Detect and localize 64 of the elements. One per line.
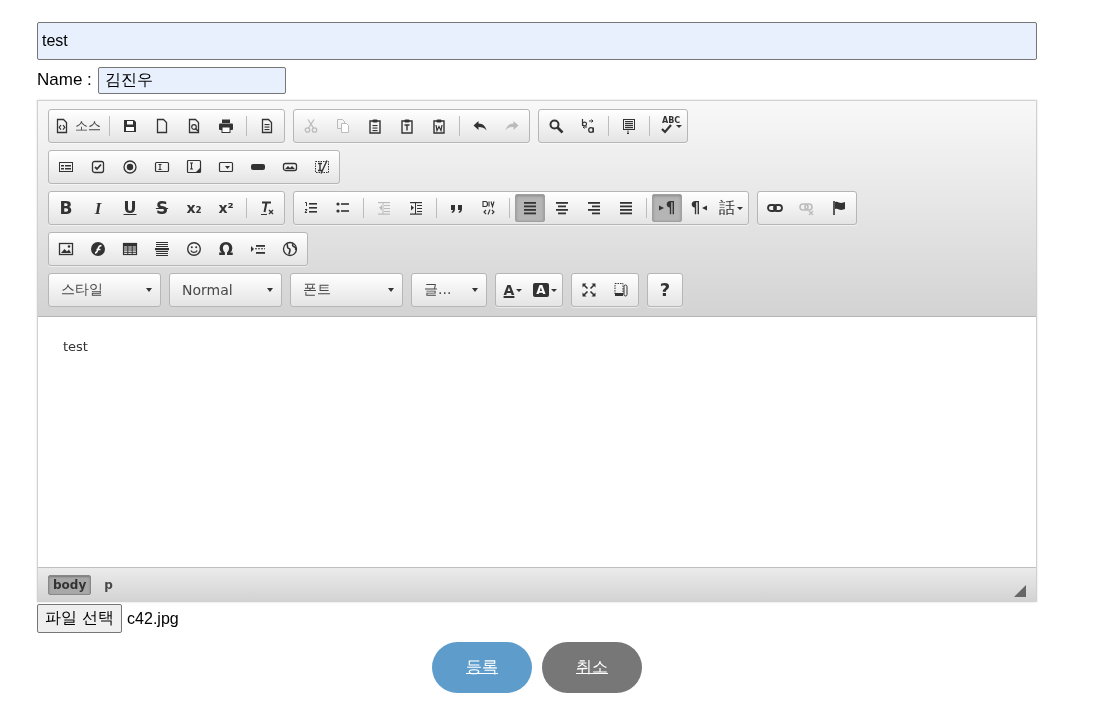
ltr-button[interactable]: ¶ [652,194,682,222]
element-path-item[interactable]: body [48,574,92,595]
element-path-item[interactable]: p [99,574,118,595]
alignright-icon [586,200,602,216]
image-icon [58,241,74,257]
anchor-icon [831,200,847,216]
triangle-icon [702,204,708,212]
alignleft-button[interactable] [515,194,545,222]
paste-icon [367,118,383,134]
file-name: c42.jpg [127,609,179,628]
justify-icon [618,200,634,216]
superscript-button[interactable]: x² [211,194,241,222]
maximize-icon [581,282,597,298]
form-icon [58,159,74,175]
aligncenter-icon [554,200,570,216]
dropdown-select[interactable]: 폰트 [290,273,403,307]
name-input[interactable]: 김진우 [97,66,286,94]
unlink-icon [799,200,815,216]
textarea-icon [186,159,202,175]
dropdown-select[interactable]: 글... [411,273,487,307]
table-icon [122,241,138,257]
editor-text: test [38,317,1036,567]
triangle-icon [658,204,664,212]
about-button[interactable]: ? [650,276,680,304]
specialchar-button[interactable]: Ω [211,235,241,263]
numlist-icon [303,200,319,216]
save-icon [122,118,138,134]
name-label: Name : [37,70,92,90]
alignleft-icon [522,200,538,216]
source-button[interactable]: 소스 [51,112,104,140]
spellcheck-button[interactable]: ABC [655,112,685,140]
selectall-icon [621,118,637,134]
language-button[interactable]: 話 [716,194,746,222]
removeformat-icon [259,200,275,216]
copy-icon [335,118,351,134]
hr-icon [154,241,170,257]
preview-icon [186,118,202,134]
cancel-button[interactable]: 취소 [542,642,642,693]
print-icon [218,118,234,134]
rtl-button[interactable]: ¶ [684,194,714,222]
bold-button[interactable]: B [51,194,81,222]
source-icon [54,118,70,134]
italic-button[interactable]: I [83,194,113,222]
indent-icon [408,200,424,216]
title-input[interactable]: test [37,22,1037,60]
flash-icon [90,241,106,257]
file-select-button[interactable]: 파일 선택 [37,604,123,633]
smiley-icon [186,241,202,257]
select-icon [218,159,234,175]
underline-button[interactable]: U [115,194,145,222]
bgcolor-button[interactable]: A [530,276,560,304]
replace-icon [580,118,596,134]
find-icon [548,118,564,134]
cut-icon [303,118,319,134]
strike-button[interactable]: S [147,194,177,222]
checkbox-icon [90,159,106,175]
resize-grip-icon[interactable] [1014,585,1026,597]
radio-icon [122,159,138,175]
textfield-icon [154,159,170,175]
dropdown-select[interactable]: 스타일 [48,273,161,307]
subscript-button[interactable]: x₂ [179,194,209,222]
outdent-icon [376,200,392,216]
textcolor-button[interactable]: A [498,276,528,304]
dropdown-select[interactable]: Normal [169,273,282,307]
